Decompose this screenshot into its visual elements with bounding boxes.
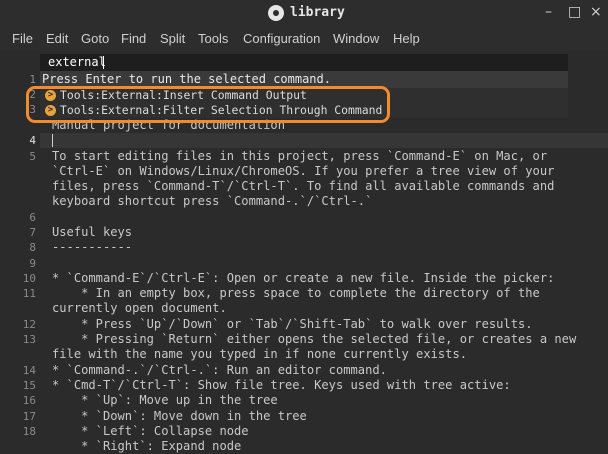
editor-line: ----------- — [52, 240, 133, 254]
editor-line: * `Command-E`/`Ctrl-E`: Open or create a… — [52, 271, 555, 285]
annotation-highlight — [26, 86, 390, 123]
line-number: 11 — [22, 287, 36, 300]
editor-line: * `Command-.`/`Ctrl-.`: Run an editor co… — [52, 363, 387, 377]
editor-line: * Press `Up`/`Down` or `Tab`/`Shift-Tab`… — [52, 317, 533, 331]
editor-line: * `Up`: Move up in the tree — [52, 393, 278, 407]
line-number: 7 — [29, 226, 36, 239]
editor-line: file with the name you typed in if none … — [52, 347, 468, 361]
input-caret — [103, 56, 104, 69]
line-number: 14 — [22, 364, 36, 377]
title-bar: library – □ × — [0, 0, 608, 26]
menu-file[interactable]: File — [12, 31, 33, 46]
editor-line: To start editing files in this project, … — [52, 149, 548, 163]
editor-line: files, press `Command-T`/`Ctrl-T`. To fi… — [52, 179, 555, 193]
menu-goto[interactable]: Goto — [81, 31, 109, 46]
command-hint-text: Press Enter to run the selected command. — [42, 72, 331, 86]
line-number: 10 — [22, 272, 36, 285]
editor-line: `Ctrl-E` on Windows/Linux/ChromeOS. If y… — [52, 164, 555, 178]
editor-line: keyboard shortcut press `Command-.`/`Ctr… — [52, 194, 373, 208]
minimize-button[interactable]: – — [545, 4, 552, 20]
line-number: 18 — [22, 425, 36, 438]
line-number: 1 — [29, 73, 36, 86]
editor-line: * `Right`: Expand node — [52, 439, 242, 453]
editor-line: * `Cmd-T`/`Ctrl-T`: Show file tree. Keys… — [52, 378, 511, 392]
menu-edit[interactable]: Edit — [46, 31, 68, 46]
editor-line: * `Down`: Move down in the tree — [52, 409, 307, 423]
line-number: 5 — [29, 150, 36, 163]
menu-split[interactable]: Split — [160, 31, 185, 46]
maximize-button[interactable]: □ — [568, 4, 581, 20]
menu-find[interactable]: Find — [121, 31, 146, 46]
menu-configuration[interactable]: Configuration — [243, 31, 320, 46]
editor-line: Useful keys — [52, 225, 133, 239]
line-number: 6 — [29, 211, 36, 224]
editor-text-area[interactable]: Manual project for documentation To star… — [40, 72, 608, 453]
text-cursor — [52, 134, 53, 147]
line-number: 13 — [22, 333, 36, 346]
line-number: 4 — [29, 134, 36, 147]
app-logo-icon — [268, 5, 284, 21]
line-number: 8 — [29, 241, 36, 254]
line-number-gutter: 1 2 3 4 5 6 7 8 9 10 11 12 13 14 15 16 1… — [0, 72, 40, 441]
menu-tools[interactable]: Tools — [198, 31, 228, 46]
close-button[interactable]: × — [590, 4, 602, 20]
line-number: 12 — [22, 318, 36, 331]
menu-help[interactable]: Help — [393, 31, 420, 46]
menu-bar: File Edit Goto Find Split Tools Configur… — [0, 26, 608, 50]
editor-line: currently open document. — [52, 301, 227, 315]
window-title: library — [290, 5, 345, 20]
command-search-input[interactable]: external — [40, 54, 568, 71]
command-search-value: external — [48, 55, 106, 69]
editor-line: * In an empty box, press space to comple… — [52, 286, 540, 300]
line-number: 15 — [22, 379, 36, 392]
editor-line: * `Left`: Collapse node — [52, 424, 249, 438]
line-number: 17 — [22, 410, 36, 423]
editor-line: * Pressing `Return` either opens the sel… — [52, 332, 577, 346]
line-number: 9 — [29, 257, 36, 270]
menu-window[interactable]: Window — [333, 31, 379, 46]
line-number: 16 — [22, 394, 36, 407]
